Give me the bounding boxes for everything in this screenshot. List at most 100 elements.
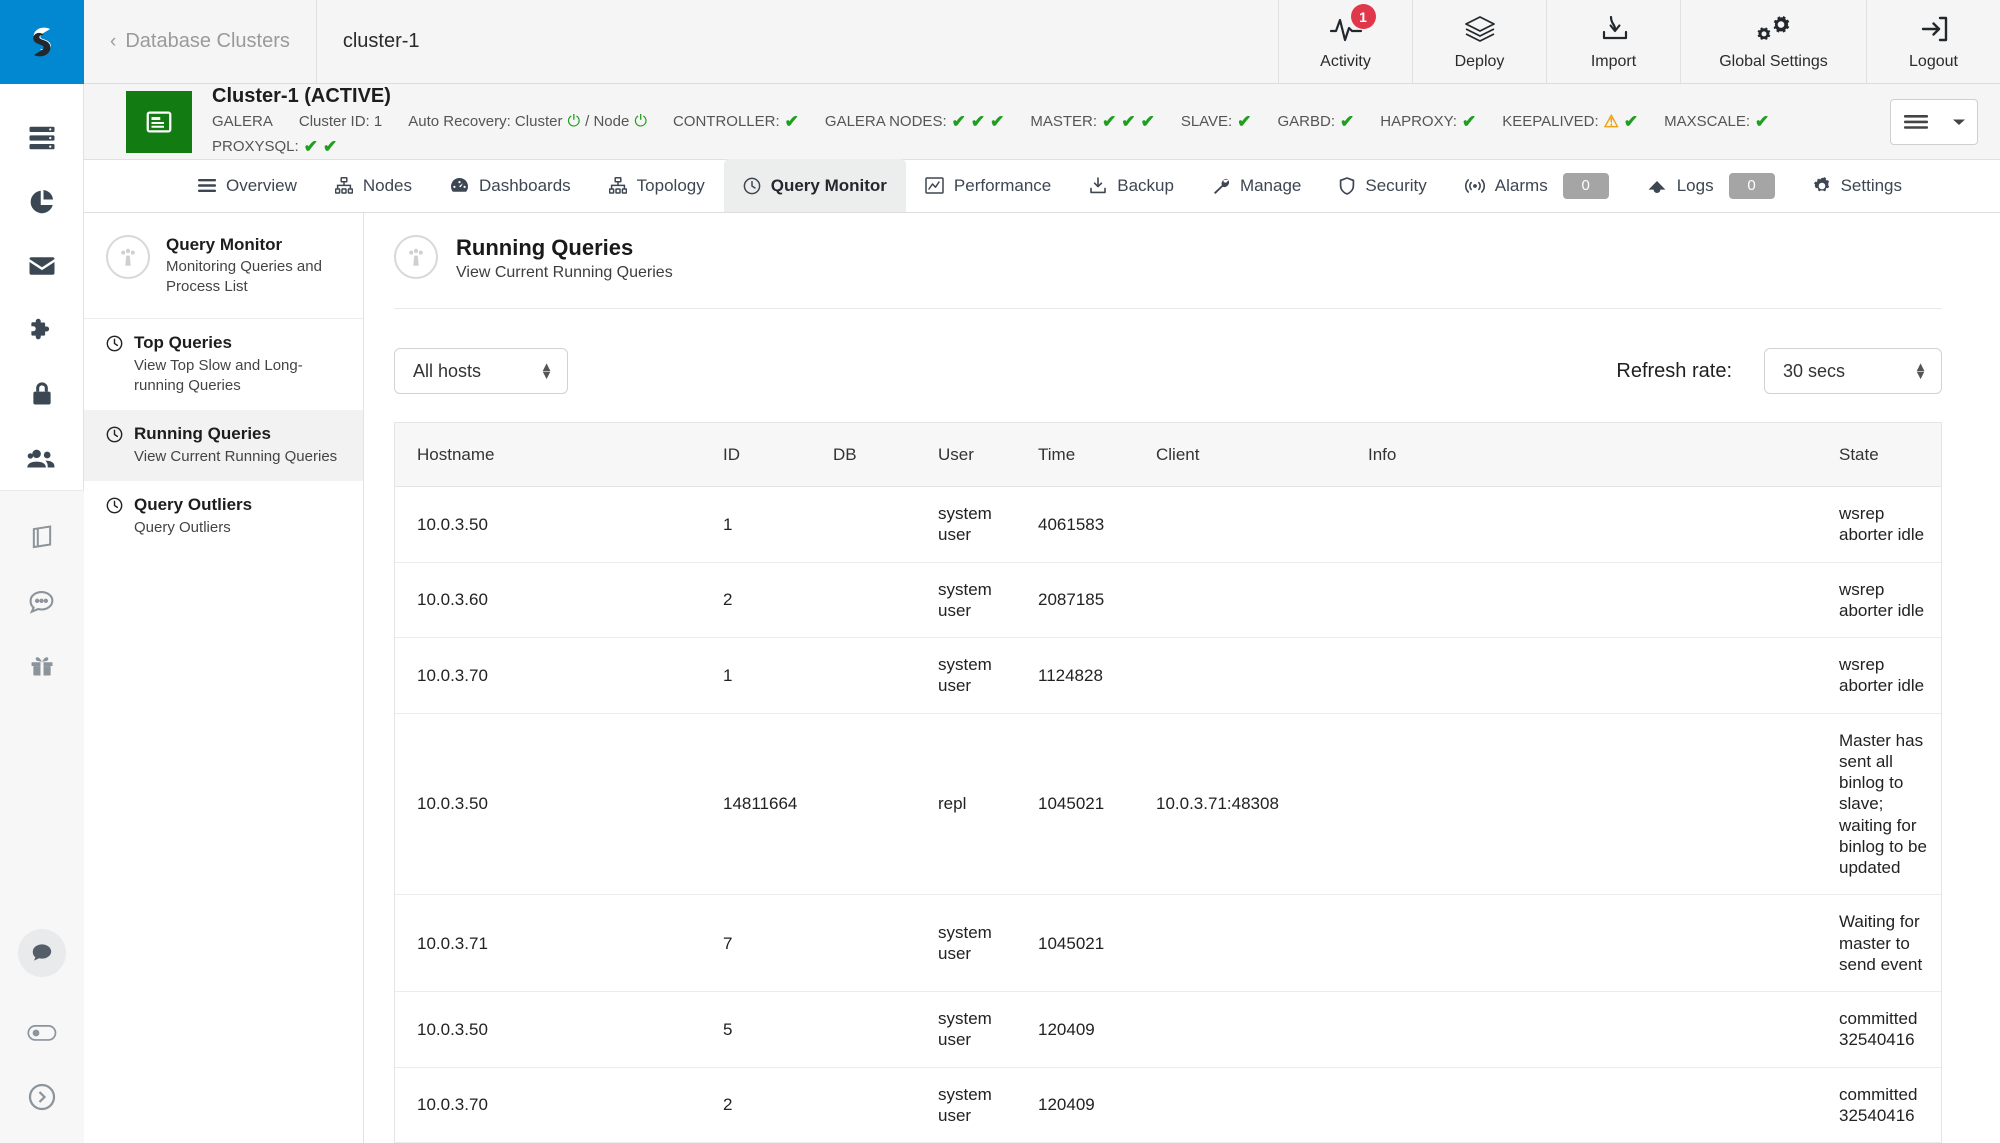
cluster-status-strip: Cluster-1 (ACTIVE) GALERA Cluster ID: 1 … xyxy=(84,84,2000,160)
cluster-actions-menu-button[interactable] xyxy=(1890,99,1978,145)
book-docs-icon xyxy=(28,523,56,551)
cell-hostname: 10.0.3.50 xyxy=(395,1003,715,1056)
puzzle-integrations-icon xyxy=(27,315,57,345)
table-row[interactable]: 10.0.3.70 2 system user 120409 committed… xyxy=(395,1068,1941,1143)
status-master-label: MASTER: xyxy=(1030,112,1097,132)
breadcrumb-back-link[interactable]: ‹ Database Clusters xyxy=(84,0,317,83)
table-row[interactable]: 10.0.3.50 1 system user 4061583 wsrep ab… xyxy=(395,487,1941,563)
host-filter-select[interactable]: All hosts ▲▼ xyxy=(394,348,568,394)
query-monitor-glyph xyxy=(115,244,141,270)
chevron-down-icon xyxy=(1952,117,1966,127)
rail-item-database-servers[interactable] xyxy=(0,106,84,170)
subnav-header-subtitle: Monitoring Queries and Process List xyxy=(166,257,345,298)
import-button[interactable]: Import xyxy=(1546,0,1680,83)
clock-icon xyxy=(743,177,761,195)
cell-db xyxy=(825,584,930,616)
rail-item-reports[interactable] xyxy=(0,170,84,234)
tab-manage[interactable]: Manage xyxy=(1193,159,1320,212)
status-master: MASTER:✔✔✔ xyxy=(1030,111,1154,134)
status-slave: SLAVE:✔ xyxy=(1181,111,1252,134)
deploy-label: Deploy xyxy=(1455,53,1505,71)
column-header-client: Client xyxy=(1148,445,1360,465)
cell-time: 1045021 xyxy=(1030,777,1148,830)
status-keepalived-label: KEEPALIVED: xyxy=(1502,112,1598,132)
table-header-row: Hostname ID DB User Time Client Info Sta… xyxy=(395,423,1941,487)
host-filter-value: All hosts xyxy=(413,361,481,382)
tab-topology[interactable]: Topology xyxy=(590,159,724,212)
cell-hostname: 10.0.3.70 xyxy=(395,1078,715,1131)
tab-settings[interactable]: Settings xyxy=(1794,159,1921,212)
tab-alarms[interactable]: Alarms 0 xyxy=(1446,159,1628,212)
app-logo[interactable] xyxy=(0,0,84,84)
status-proxysql-label: PROXYSQL: xyxy=(212,137,299,157)
tab-query-monitor[interactable]: Query Monitor xyxy=(724,159,906,212)
status-haproxy-label: HAPROXY: xyxy=(1380,112,1457,132)
deploy-button[interactable]: Deploy xyxy=(1412,0,1546,83)
layers-stack-icon xyxy=(1464,12,1496,46)
global-settings-button[interactable]: Global Settings xyxy=(1680,0,1866,83)
gear-icon xyxy=(1813,177,1831,195)
list-lines-icon xyxy=(198,178,216,194)
cell-client xyxy=(1148,508,1360,540)
users-group-icon xyxy=(26,443,57,474)
rail-item-theme-toggle[interactable] xyxy=(0,1001,84,1065)
query-monitor-subnav: Query Monitor Monitoring Queries and Pro… xyxy=(84,213,364,1143)
rail-item-collapse[interactable] xyxy=(0,1065,84,1129)
rail-item-users[interactable] xyxy=(0,426,84,490)
breadcrumb-current-label: cluster-1 xyxy=(343,30,420,53)
check-icon: ✔ xyxy=(1340,111,1354,134)
tab-dashboards[interactable]: Dashboards xyxy=(431,159,590,212)
activity-button[interactable]: 1 Activity xyxy=(1278,0,1412,83)
subnav-item-query-outliers[interactable]: Query Outliers Query Outliers xyxy=(84,481,363,552)
cell-id: 1 xyxy=(715,649,825,702)
subnav-item-running-queries[interactable]: Running Queries View Current Running Que… xyxy=(84,410,363,481)
table-row[interactable]: 10.0.3.50 14811664 repl 1045021 10.0.3.7… xyxy=(395,714,1941,896)
status-slave-label: SLAVE: xyxy=(1181,112,1232,132)
tab-logs[interactable]: Logs 0 xyxy=(1628,159,1794,212)
severalnines-logo-icon xyxy=(20,20,64,64)
rail-item-security[interactable] xyxy=(0,362,84,426)
cell-hostname: 10.0.3.71 xyxy=(395,917,715,970)
tab-performance[interactable]: Performance xyxy=(906,159,1070,212)
wrench-icon xyxy=(1212,177,1230,194)
running-queries-table: Hostname ID DB User Time Client Info Sta… xyxy=(394,422,1942,1143)
backup-download-icon xyxy=(1089,177,1107,194)
activity-badge: 1 xyxy=(1351,4,1376,29)
rail-item-chat[interactable] xyxy=(0,569,84,633)
check-icon: ✔ xyxy=(971,111,985,134)
logout-button[interactable]: Logout xyxy=(1866,0,2000,83)
tab-backup[interactable]: Backup xyxy=(1070,159,1193,212)
status-garbd-label: GARBD: xyxy=(1277,112,1335,132)
activity-label: Activity xyxy=(1320,53,1371,71)
table-row[interactable]: 10.0.3.60 2 system user 2087185 wsrep ab… xyxy=(395,563,1941,639)
tab-logs-count: 0 xyxy=(1729,173,1775,199)
envelope-icon xyxy=(27,251,57,281)
shield-icon xyxy=(1339,177,1355,195)
table-row[interactable]: 10.0.3.50 5 system user 120409 committed… xyxy=(395,992,1941,1068)
cluster-tab-bar: Overview Nodes Dashboards Topology Query… xyxy=(84,160,2000,213)
refresh-rate-select[interactable]: 30 secs ▲▼ xyxy=(1764,348,1942,394)
power-icon-cluster: ⏻ xyxy=(567,111,580,133)
table-row[interactable]: 10.0.3.70 1 system user 1124828 wsrep ab… xyxy=(395,638,1941,714)
cell-id: 7 xyxy=(715,917,825,970)
rail-item-integrations[interactable] xyxy=(0,298,84,362)
rail-item-support-chat[interactable] xyxy=(18,929,66,977)
status-controller: CONTROLLER:✔ xyxy=(673,111,799,134)
body-split: Query Monitor Monitoring Queries and Pro… xyxy=(84,213,2000,1143)
cell-client xyxy=(1148,659,1360,691)
query-monitor-glyph xyxy=(403,244,429,270)
tab-nodes[interactable]: Nodes xyxy=(316,159,431,212)
tab-overview[interactable]: Overview xyxy=(179,159,316,212)
rail-item-docs[interactable] xyxy=(0,505,84,569)
tab-security[interactable]: Security xyxy=(1320,159,1445,212)
table-controls: All hosts ▲▼ Refresh rate: 30 secs ▲▼ xyxy=(394,309,1942,422)
cell-hostname: 10.0.3.50 xyxy=(395,777,715,830)
subnav-item-top-queries[interactable]: Top Queries View Top Slow and Long-runni… xyxy=(84,319,363,410)
cell-time: 2087185 xyxy=(1030,573,1148,626)
rail-primary-icons xyxy=(0,84,83,490)
table-row[interactable]: 10.0.3.71 7 system user 1045021 Waiting … xyxy=(395,895,1941,992)
rail-item-gift[interactable] xyxy=(0,633,84,697)
status-galera-nodes-label: GALERA NODES: xyxy=(825,112,947,132)
check-icon: ✔ xyxy=(1462,111,1476,134)
rail-item-email[interactable] xyxy=(0,234,84,298)
